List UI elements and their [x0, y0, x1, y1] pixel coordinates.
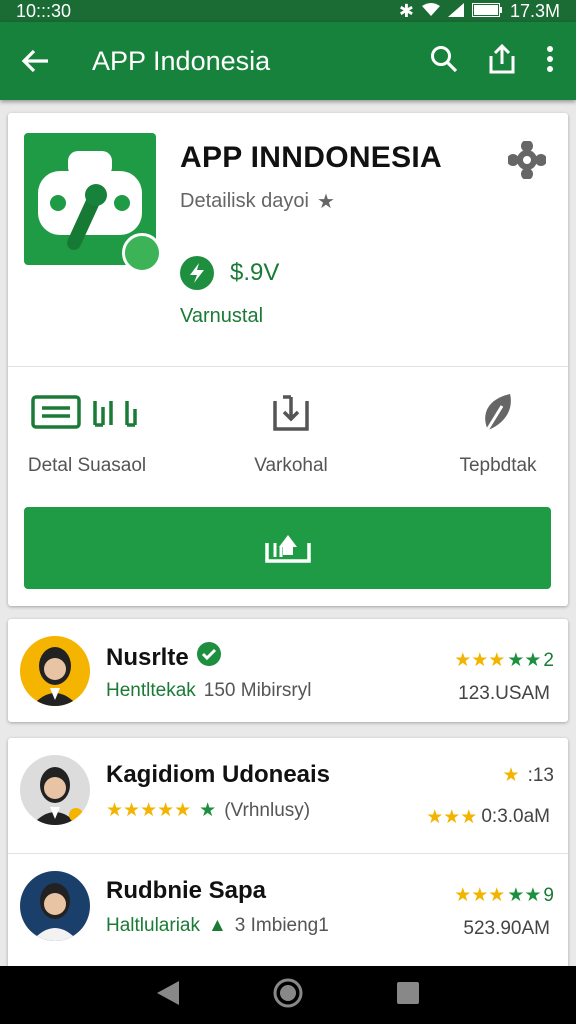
search-icon	[431, 45, 458, 72]
more-menu-button[interactable]	[546, 45, 554, 77]
gear-icon	[507, 140, 547, 180]
app-subtitle-text: Detailisk dayoi	[180, 190, 309, 212]
review-rating: ★ :13	[503, 764, 554, 787]
review-meta: ★★★★★ ★ (Vrhnlusy)	[106, 799, 310, 822]
rating-value: :13	[527, 764, 554, 786]
divider	[8, 366, 568, 367]
review-card-1[interactable]: Nusrlte Hentltekak 150 Mibirsryl ★★★ ★★ …	[8, 619, 568, 722]
star-icon: ★★	[507, 650, 542, 671]
status-bar: 10:::30 ✱ 17.3M	[0, 0, 576, 22]
review-time: 523.90AM	[463, 918, 550, 939]
download-icon	[264, 535, 311, 563]
page-title: APP Indonesia	[92, 45, 271, 76]
app-detail-card: APP INNDONESIA Detailisk dayoi ★ $.9V Va…	[8, 113, 568, 606]
feature-label-3: Tepbdtak	[459, 455, 537, 476]
star-icon: ★★	[507, 885, 542, 906]
rating-value: 9	[543, 884, 554, 906]
settings-button[interactable]	[507, 140, 547, 184]
nav-home-button[interactable]	[272, 977, 304, 1014]
reviewer-name: Nusrlte	[106, 642, 221, 673]
nav-recents-button[interactable]	[395, 980, 421, 1011]
review-meta-tag: Haltlulariak	[106, 915, 200, 936]
signal-icon	[447, 1, 464, 22]
verified-icon	[196, 642, 221, 673]
triangle-back-icon	[157, 980, 180, 1005]
star-icon: ★★★★★	[106, 800, 192, 821]
app-variant: Varnustal	[180, 305, 264, 327]
battery-icon	[471, 1, 502, 22]
review-meta: Hentltekak 150 Mibirsryl	[106, 680, 311, 702]
back-button[interactable]	[0, 49, 70, 73]
reviewer-name-text: Nusrlte	[106, 643, 189, 671]
more-vert-icon	[547, 45, 553, 72]
share-icon	[489, 43, 515, 73]
star-icon: ★	[316, 191, 335, 213]
avatar	[20, 636, 90, 706]
leaf-icon	[484, 394, 511, 433]
arrow-left-icon	[21, 49, 48, 73]
app-subtitle: Detailisk dayoi ★	[180, 189, 335, 214]
avatar	[20, 871, 90, 941]
price-row: $.9V	[180, 256, 279, 290]
app-badge-icon	[122, 233, 162, 273]
reviewer-name-text: Kagidiom Udoneais	[106, 761, 331, 788]
wifi-icon	[421, 1, 440, 22]
rating-value: 2	[543, 649, 554, 671]
review-time-text: 0:3.0aM	[481, 806, 550, 827]
feature-item-2[interactable]: Varkohal	[226, 391, 356, 477]
review-meta-text: 3 Imbieng1	[234, 915, 329, 936]
status-time: 10:::30	[16, 0, 72, 21]
share-button[interactable]	[488, 43, 516, 79]
review-rating: ★★★ ★★ 2	[454, 649, 554, 672]
square-recents-icon	[396, 981, 419, 1004]
review-item[interactable]: Nusrlte Hentltekak 150 Mibirsryl ★★★ ★★ …	[8, 619, 568, 734]
review-item[interactable]: Rudbnie Sapa Haltlulariak ▲ 3 Imbieng1 ★…	[8, 853, 568, 968]
star-icon: ★	[199, 800, 217, 821]
feature-item-3[interactable]: Tepbdtak	[433, 391, 563, 477]
feature-label-1: Detal Suasaol	[27, 455, 147, 476]
app-icon	[24, 133, 162, 273]
app-bar: APP Indonesia	[0, 22, 576, 100]
download-box-icon	[273, 395, 309, 431]
avatar	[20, 755, 90, 825]
star-icon: ★★★	[454, 650, 506, 671]
review-meta-text: (Vrhnlusy)	[224, 799, 311, 821]
bluetooth-icon: ✱	[398, 0, 414, 21]
reviewer-name: Rudbnie Sapa	[106, 877, 266, 905]
bolt-icon	[180, 256, 214, 290]
chat-bars-icon	[31, 395, 137, 429]
system-nav-bar	[0, 966, 576, 1024]
search-button[interactable]	[430, 45, 458, 78]
nav-back-button[interactable]	[155, 979, 181, 1012]
circle-home-icon	[273, 978, 303, 1007]
review-time: 123.USAM	[458, 683, 550, 704]
install-button[interactable]	[24, 507, 551, 589]
star-icon: ★★★	[454, 885, 506, 906]
review-time: ★★★ 0:3.0aM	[426, 806, 550, 829]
review-rating: ★★★ ★★ 9	[454, 884, 554, 907]
review-meta: Haltlulariak ▲ 3 Imbieng1	[106, 915, 329, 937]
reviewer-name: Kagidiom Udoneais	[106, 761, 330, 789]
app-name: APP INNDONESIA	[180, 141, 443, 174]
review-meta-text: 150 Mibirsryl	[203, 680, 312, 701]
app-price: $.9V	[230, 259, 280, 286]
battery-level: 17.3M	[509, 0, 560, 21]
review-item[interactable]: Kagidiom Udoneais ★★★★★ ★ (Vrhnlusy) ★ :…	[8, 738, 568, 853]
review-card-2[interactable]: Kagidiom Udoneais ★★★★★ ★ (Vrhnlusy) ★ :…	[8, 738, 568, 968]
feature-label-2: Varkohal	[254, 455, 328, 476]
star-icon: ★★★	[426, 807, 478, 828]
thumb-icon: ▲	[207, 915, 227, 936]
review-meta-tag: Hentltekak	[106, 680, 196, 701]
feature-item-1[interactable]: Detal Suasaol	[22, 391, 152, 477]
star-icon: ★	[502, 765, 520, 786]
reviewer-name-text: Rudbnie Sapa	[106, 877, 267, 904]
